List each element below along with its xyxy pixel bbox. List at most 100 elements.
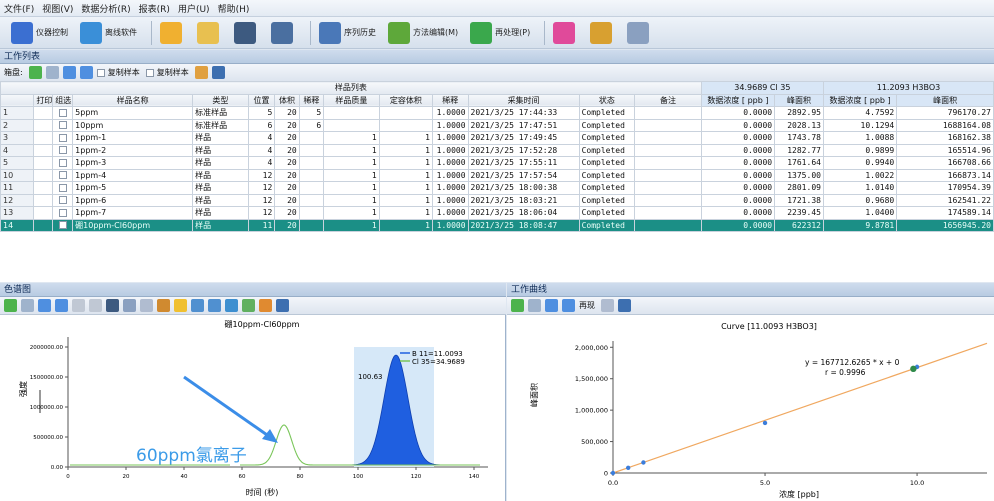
home-icon[interactable] <box>72 299 85 312</box>
table-row[interactable]: 5 1ppm-3 样品 4 20 1 1 1.0000 2021/3/25 17:55:11 Co… <box>0 156 994 170</box>
select-cell[interactable] <box>52 156 74 170</box>
remove-icon[interactable] <box>528 299 541 312</box>
toolbar-button-11[interactable] <box>624 20 655 46</box>
column-header-2[interactable]: 组选 <box>52 93 74 107</box>
toolbar-button-0[interactable]: 仪器控制 <box>8 20 71 46</box>
table-row[interactable]: 2 10ppm 标准样品 6 20 6 1.0000 2021/3/25 17:47:51 Co… <box>0 118 994 132</box>
zoom-in-icon[interactable] <box>191 299 204 312</box>
table-row[interactable]: 3 1ppm-1 样品 4 20 1 1 1.0000 2021/3/25 17:49:45 Co… <box>0 131 994 145</box>
toolbar-button-10[interactable] <box>587 20 618 46</box>
table-row[interactable]: 1 5ppm 标准样品 5 20 5 1.0000 2021/3/25 17:44:33 Com… <box>0 106 994 120</box>
add-icon[interactable] <box>28 66 42 79</box>
menu-item-3[interactable]: 报表(R) <box>139 2 170 15</box>
peak-icon[interactable] <box>174 299 187 312</box>
table-row[interactable]: 10 1ppm-4 样品 12 20 1 1 1.0000 2021/3/25 17:57:54… <box>0 168 994 182</box>
table-row[interactable]: 4 1ppm-2 样品 4 20 1 1 1.0000 2021/3/25 17:52:28 Co… <box>0 143 994 157</box>
toolbar-button-7[interactable]: 方法编辑(M) <box>385 20 461 46</box>
menu-item-1[interactable]: 视图(V) <box>42 2 73 15</box>
column-header-14[interactable]: 数据浓度 [ ppb ] <box>700 93 776 107</box>
grid-icon[interactable] <box>140 299 153 312</box>
table-icon[interactable] <box>194 66 208 79</box>
column-header-6[interactable]: 体积 <box>274 93 300 107</box>
cell-note <box>634 218 702 232</box>
add-icon[interactable] <box>511 299 524 312</box>
arrow-right-icon[interactable] <box>79 66 93 79</box>
print-icon[interactable] <box>89 299 102 312</box>
toolbar-button-6[interactable]: 序列历史 <box>316 20 379 46</box>
row-checkbox[interactable] <box>58 183 67 192</box>
column-header-11[interactable]: 采集时间 <box>467 93 580 107</box>
image-icon[interactable] <box>123 299 136 312</box>
select-cell[interactable] <box>52 118 74 132</box>
select-cell[interactable] <box>52 206 74 220</box>
row-checkbox[interactable] <box>58 221 67 230</box>
row-checkbox[interactable] <box>58 146 67 155</box>
row-checkbox[interactable] <box>58 133 67 142</box>
column-header-15[interactable]: 峰面积 <box>774 93 824 107</box>
table-row[interactable]: 11 1ppm-5 样品 12 20 1 1 1.0000 2021/3/25 18:00:38… <box>0 181 994 195</box>
select-cell[interactable] <box>52 143 74 157</box>
cell-pos: 4 <box>247 143 276 157</box>
window-icon[interactable] <box>618 299 631 312</box>
column-header-9[interactable]: 定容体积 <box>378 93 434 107</box>
column-header-1[interactable]: 打印 <box>33 93 54 107</box>
toolbar-button-4[interactable] <box>231 20 262 46</box>
remove-icon[interactable] <box>45 66 59 79</box>
toolbar-button-1[interactable]: 离线软件 <box>77 20 140 46</box>
arrow-right-icon[interactable] <box>562 299 575 312</box>
remove-icon[interactable] <box>21 299 34 312</box>
menu-item-0[interactable]: 文件(F) <box>4 2 34 15</box>
copy-sample-checkbox-2[interactable] <box>145 68 154 77</box>
row-checkbox[interactable] <box>58 208 67 217</box>
window-icon[interactable] <box>276 299 289 312</box>
column-header-4[interactable]: 类型 <box>192 93 249 107</box>
column-header-16[interactable]: 数据浓度 [ ppb ] <box>822 93 898 107</box>
row-checkbox[interactable] <box>58 158 67 167</box>
zoom-out-icon[interactable] <box>208 299 221 312</box>
column-header-8[interactable]: 样品质量 <box>323 93 380 107</box>
integrate-icon[interactable] <box>157 299 170 312</box>
toolbar-button-2[interactable] <box>157 20 188 46</box>
select-cell[interactable] <box>52 168 74 182</box>
column-header-13[interactable]: 备注 <box>634 93 702 107</box>
menu-item-5[interactable]: 帮助(H) <box>218 2 250 15</box>
arrow-left-icon[interactable] <box>545 299 558 312</box>
report-icon[interactable] <box>259 299 272 312</box>
select-cell[interactable] <box>52 218 74 232</box>
save-icon[interactable] <box>106 299 119 312</box>
baseline-icon[interactable] <box>225 299 238 312</box>
table-row[interactable]: 12 1ppm-6 样品 12 20 1 1 1.0000 2021/3/25 18:03:21… <box>0 193 994 207</box>
toolbar-button-3[interactable] <box>194 20 225 46</box>
column-header-5[interactable]: 位置 <box>247 93 276 107</box>
select-cell[interactable] <box>52 131 74 145</box>
select-cell[interactable] <box>52 181 74 195</box>
column-header-3[interactable]: 样品名称 <box>72 93 194 107</box>
table-row[interactable]: 14 硼10ppm-Cl60ppm 样品 11 20 1 1 1.0000 2021/3/25 … <box>0 218 994 232</box>
column-header-12[interactable]: 状态 <box>578 93 636 107</box>
menu-item-4[interactable]: 用户(U) <box>178 2 210 15</box>
add-icon[interactable] <box>4 299 17 312</box>
column-header-0[interactable] <box>0 93 35 107</box>
row-checkbox[interactable] <box>58 171 67 180</box>
overlay-icon[interactable] <box>242 299 255 312</box>
toolbar-button-5[interactable] <box>268 20 299 46</box>
arrow-right-icon[interactable] <box>55 299 68 312</box>
menu-item-2[interactable]: 数据分析(R) <box>81 2 130 15</box>
row-checkbox[interactable] <box>58 108 67 117</box>
select-cell[interactable] <box>52 106 74 120</box>
table-icon[interactable] <box>601 299 614 312</box>
row-checkbox[interactable] <box>58 121 67 130</box>
column-header-10[interactable]: 稀释 <box>432 93 469 107</box>
select-cell[interactable] <box>52 193 74 207</box>
column-header-7[interactable]: 稀释 <box>298 93 325 107</box>
arrow-left-icon[interactable] <box>38 299 51 312</box>
copy-sample-checkbox-1[interactable] <box>96 68 105 77</box>
window-icon[interactable] <box>211 66 225 79</box>
toolbar-button-8[interactable]: 再处理(P) <box>467 20 533 46</box>
column-header-17[interactable]: 峰面积 <box>896 93 994 107</box>
row-checkbox[interactable] <box>58 196 67 205</box>
table-row[interactable]: 13 1ppm-7 样品 12 20 1 1 1.0000 2021/3/25 18:06:04… <box>0 206 994 220</box>
replay-label[interactable]: 再现 <box>579 300 595 311</box>
arrow-left-icon[interactable] <box>62 66 76 79</box>
toolbar-button-9[interactable] <box>550 20 581 46</box>
